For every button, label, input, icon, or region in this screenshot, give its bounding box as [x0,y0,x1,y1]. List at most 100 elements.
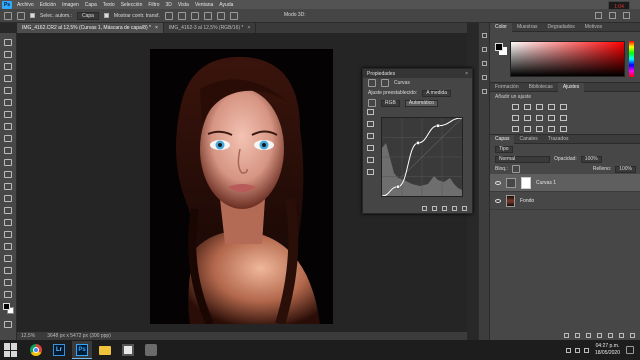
healing-brush-tool-icon[interactable] [4,123,12,130]
taskbar-photoshop[interactable]: Ps [72,341,92,359]
rectangle-tool-icon[interactable] [4,255,12,262]
align-middle-icon[interactable] [216,11,225,20]
paragraph-icon[interactable] [482,61,487,66]
taskbar-media[interactable] [118,341,138,359]
dodge-tool-icon[interactable] [4,207,12,214]
layer-name[interactable]: Curvas 1 [536,180,556,186]
chevron-up-icon[interactable] [565,347,571,353]
properties-header[interactable]: Propiedades × [363,69,472,78]
hue-saturation-icon[interactable] [512,115,519,121]
type-tool-icon[interactable] [4,231,12,238]
color-balance-icon[interactable] [524,115,531,121]
quick-select-tool-icon[interactable] [4,75,12,82]
exposure-icon[interactable] [548,104,555,110]
menu-imagen[interactable]: Imagen [59,2,82,8]
mask-icon[interactable] [381,79,389,87]
tab-layers[interactable]: Capas [490,134,515,144]
trash-icon[interactable] [630,333,635,338]
pen-tool-icon[interactable] [4,219,12,226]
tab-color[interactable]: Color [490,22,512,32]
pencil-tool-icon[interactable] [367,157,374,163]
visibility-eye-icon[interactable] [495,198,501,203]
tab-patterns[interactable]: Motivos [580,23,607,32]
selective-color-icon[interactable] [560,126,567,132]
eyedropper-tool-icon[interactable] [4,111,12,118]
black-point-eyedropper-icon[interactable] [367,109,374,115]
new-layer-icon[interactable] [619,333,624,338]
smooth-icon[interactable] [367,169,374,175]
clock[interactable]: 04:27 p.m. 18/05/2020 [595,343,620,357]
eraser-tool-icon[interactable] [4,171,12,178]
channel-mixer-icon[interactable] [560,115,567,121]
close-icon[interactable]: × [155,25,158,31]
layer-row-curves[interactable]: Curvas 1 [490,174,640,192]
show-transform-checkbox[interactable] [103,13,109,18]
lasso-tool-icon[interactable] [4,63,12,70]
move-tool-icon[interactable] [4,39,12,46]
taskbar-chrome[interactable] [26,341,46,359]
tab-channels[interactable]: Canales [514,135,542,144]
auto-button[interactable]: Automático [404,99,438,107]
tab-adjustments[interactable]: Ajustes [557,82,585,92]
menu-edicion[interactable]: Edición [37,2,59,8]
new-group-icon[interactable] [608,333,613,338]
tab-gradients[interactable]: Degradados [543,23,580,32]
align-top-icon[interactable] [203,11,212,20]
taskbar-app[interactable] [141,341,161,359]
curve-point-tool-icon[interactable] [367,145,374,151]
visibility-eye-icon[interactable] [495,180,501,185]
layer-row-fondo[interactable]: Fondo [490,192,640,210]
vibrance-icon[interactable] [560,104,567,110]
trash-icon[interactable] [462,206,467,211]
menu-texto[interactable]: Texto [100,2,118,8]
view-previous-icon[interactable] [432,206,437,211]
tab-document-2[interactable]: IMG_4162-3 al 12,5% (RGB/16) * × [164,23,257,33]
auto-select-target-select[interactable]: Capa [76,11,99,20]
menu-ventana[interactable]: Ventana [192,2,216,8]
blur-tool-icon[interactable] [4,195,12,202]
visibility-icon[interactable] [452,206,457,211]
menu-3d[interactable]: 3D [163,2,175,8]
lock-icon[interactable] [511,165,520,173]
invert-icon[interactable] [512,126,519,132]
menu-ayuda[interactable]: Ayuda [216,2,236,8]
taskbar-lightroom[interactable]: Lr [49,341,69,359]
add-mask-icon[interactable] [586,333,591,338]
fill-input[interactable]: 100% [615,165,636,173]
tab-learn[interactable]: Formación [490,83,524,92]
tab-swatches[interactable]: Muestras [512,23,543,32]
new-adjustment-icon[interactable] [597,333,602,338]
properties-icon[interactable] [482,89,487,94]
layer-name[interactable]: Fondo [520,198,534,204]
windows-start-icon[interactable] [4,343,18,357]
photo-filter-icon[interactable] [548,115,555,121]
quick-mask-icon[interactable] [4,321,12,328]
menu-capa[interactable]: Capa [82,2,100,8]
reset-icon[interactable] [442,206,447,211]
color-field[interactable] [510,41,625,77]
align-right-icon[interactable] [190,11,199,20]
gray-point-eyedropper-icon[interactable] [367,121,374,127]
tab-document-1[interactable]: IMG_4162.CR2 al 12,5% (Curvas 1, Máscara… [17,23,164,33]
blend-mode-select[interactable]: Normal [495,155,550,163]
align-bottom-icon[interactable] [229,11,238,20]
marquee-tool-icon[interactable] [4,51,12,58]
brush-tool-icon[interactable] [4,135,12,142]
volume-icon[interactable] [583,347,589,353]
notifications-icon[interactable] [626,346,634,354]
gradient-map-icon[interactable] [548,126,555,132]
share-icon[interactable] [623,12,630,19]
threshold-icon[interactable] [536,126,543,132]
curve-point-1[interactable] [396,184,400,189]
crop-tool-icon[interactable] [4,87,12,94]
white-point-eyedropper-icon[interactable] [367,133,374,139]
posterize-icon[interactable] [524,126,531,132]
history-brush-tool-icon[interactable] [4,159,12,166]
opacity-input[interactable]: 100% [580,155,602,163]
clip-to-layer-icon[interactable] [422,206,427,211]
history-icon[interactable] [482,33,487,38]
foreground-color-swatch[interactable] [3,303,10,310]
levels-icon[interactable] [524,104,531,110]
move-tool-icon[interactable] [17,11,25,20]
workspace-icon[interactable] [609,12,616,19]
